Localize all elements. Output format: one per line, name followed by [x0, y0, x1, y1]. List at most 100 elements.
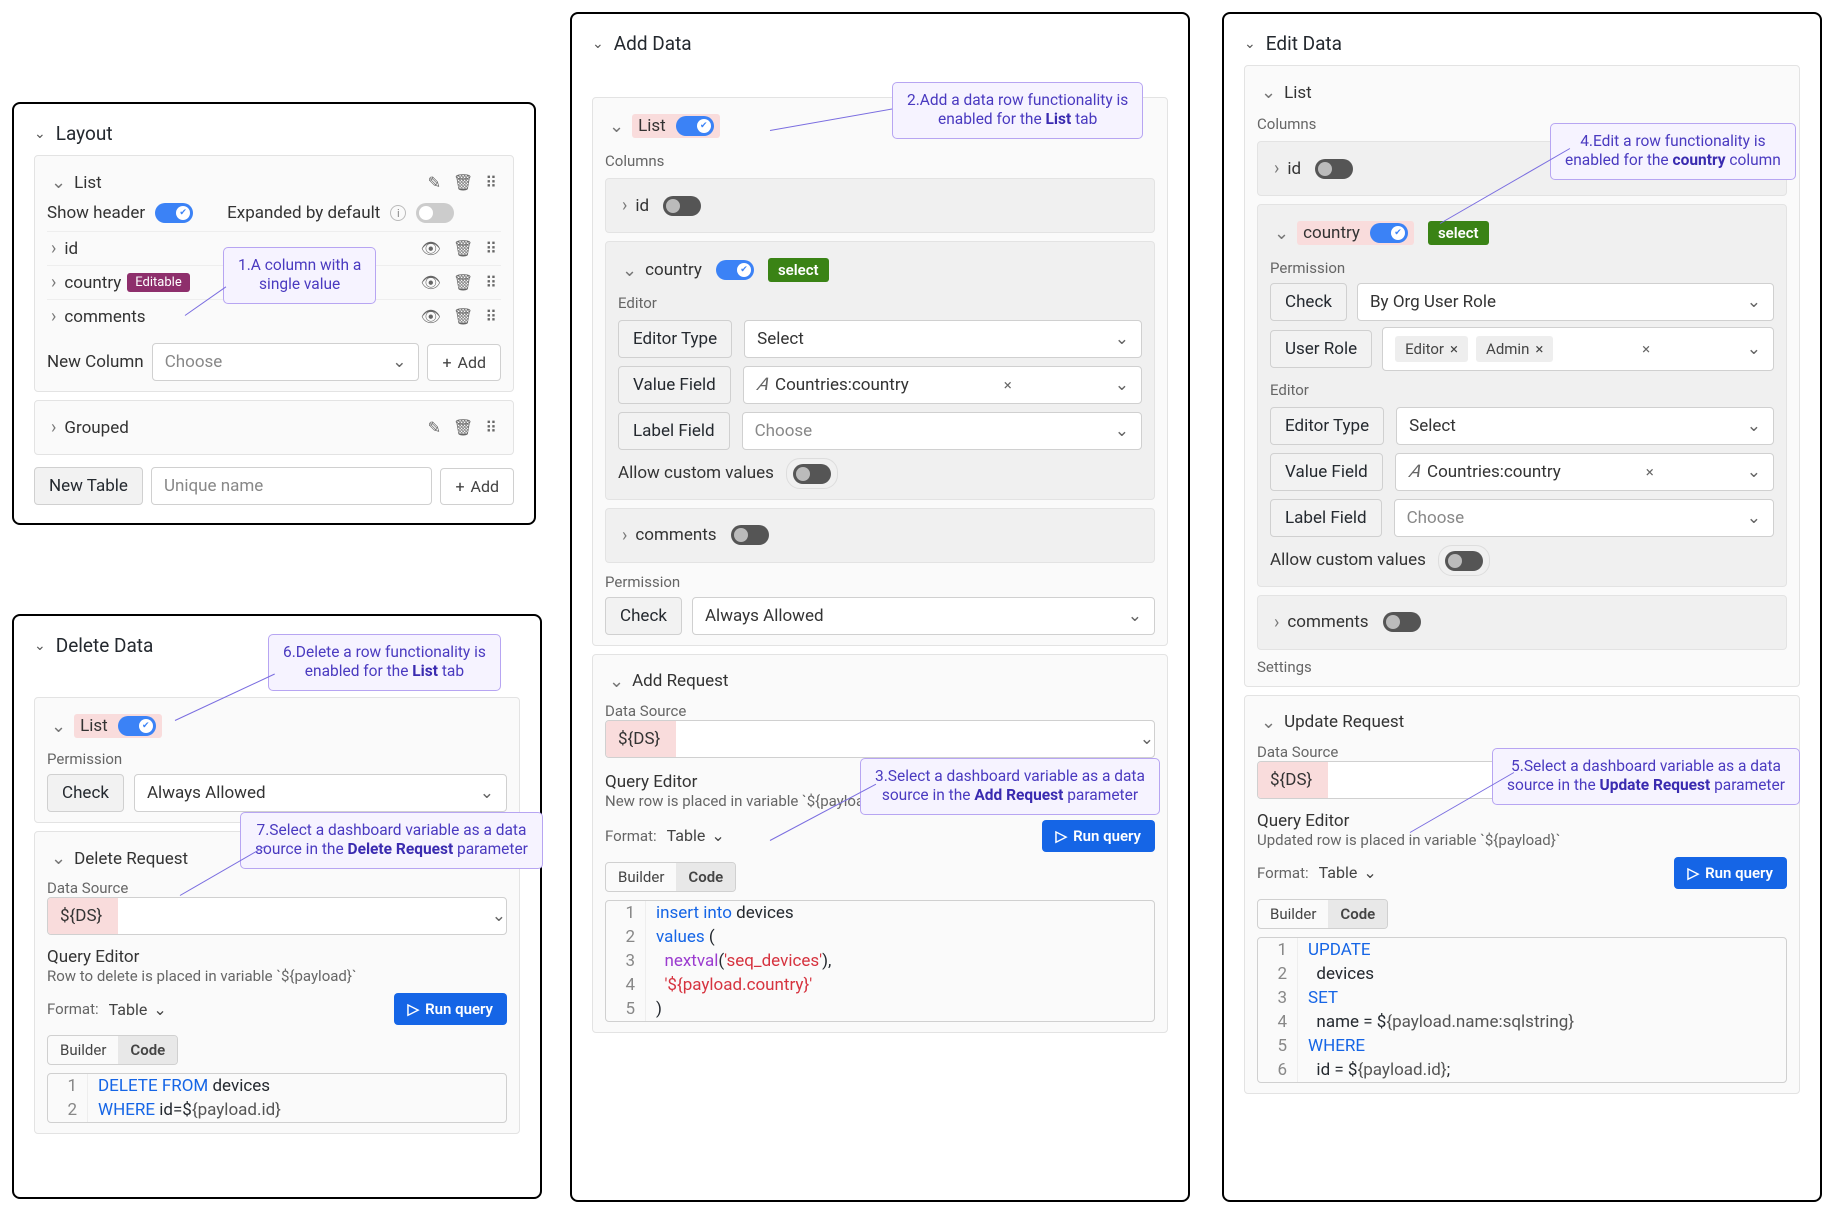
- edit-valuefield-select[interactable]: Countries:country×: [1395, 453, 1774, 491]
- add-run-button[interactable]: ▷Run query: [1042, 820, 1155, 852]
- add-allowcustom-toggle[interactable]: [793, 464, 831, 484]
- edit-icon[interactable]: ✎: [428, 418, 441, 437]
- role-editor-chip[interactable]: Editor×: [1395, 336, 1468, 362]
- edit-allowcustom-toggle[interactable]: [1445, 551, 1483, 571]
- chevron-down-icon: ⌄: [34, 638, 46, 654]
- add-col-comments[interactable]: comments: [605, 508, 1155, 563]
- delete-icon[interactable]: 🗑: [453, 307, 473, 326]
- add-format-select[interactable]: Table⌄: [667, 826, 725, 845]
- edit-labelfield-select[interactable]: Choose: [1394, 499, 1774, 537]
- add-check-select[interactable]: Always Allowed: [692, 597, 1155, 635]
- add-request-sec: Add Request Data Source ${DS} Query Edit…: [592, 654, 1168, 1033]
- delete-icon[interactable]: 🗑: [453, 273, 473, 292]
- edit-comments-toggle[interactable]: [1383, 612, 1421, 632]
- delete-icon[interactable]: 🗑: [453, 239, 473, 258]
- add-col-country: country select Editor Editor Type Select…: [605, 241, 1155, 500]
- delete-run-button[interactable]: ▷Run query: [394, 993, 507, 1025]
- edit-check-select[interactable]: By Org User Role: [1357, 283, 1774, 321]
- delete-list-toggle[interactable]: [118, 716, 156, 736]
- edit-col-comments[interactable]: comments: [1257, 595, 1787, 650]
- eye-icon[interactable]: 👁: [421, 273, 441, 292]
- add-title-row[interactable]: ⌄ Add Data: [592, 32, 1168, 55]
- edit-title-row[interactable]: ⌄ Edit Data: [1244, 32, 1800, 55]
- delete-code-editor[interactable]: 1DELETE FROM devices 2WHERE id=${payload…: [47, 1073, 507, 1123]
- delete-ds-label: Data Source: [47, 879, 507, 897]
- tab-code[interactable]: Code: [1328, 900, 1387, 928]
- add-code-editor[interactable]: 1insert into devices 2values ( 3 nextval…: [605, 900, 1155, 1022]
- tab-builder[interactable]: Builder: [606, 863, 676, 891]
- edit-icon[interactable]: ✎: [428, 173, 441, 192]
- add-col-id[interactable]: id: [605, 178, 1155, 233]
- edit-format-label: Format:: [1257, 864, 1309, 882]
- add-column-button[interactable]: +Add: [427, 344, 501, 381]
- add-labelfield-select[interactable]: Choose: [742, 412, 1142, 450]
- tab-builder[interactable]: Builder: [1258, 900, 1328, 928]
- drag-icon[interactable]: ⠿: [485, 273, 497, 292]
- delete-check-select[interactable]: Always Allowed: [134, 774, 507, 812]
- add-col-id-label: id: [635, 196, 649, 216]
- tab-code[interactable]: Code: [118, 1036, 177, 1064]
- callout-6: 6.Delete a row functionality is enabled …: [268, 634, 501, 691]
- edit-code-editor[interactable]: 1UPDATE 2 devices 3SET 4 name = ${payloa…: [1257, 937, 1787, 1083]
- show-header-toggle[interactable]: [155, 203, 193, 223]
- edit-userrole-select[interactable]: Editor× Admin× ×: [1382, 327, 1774, 371]
- eye-icon[interactable]: 👁: [421, 307, 441, 326]
- drag-icon[interactable]: ⠿: [485, 239, 497, 258]
- drag-icon[interactable]: ⠿: [485, 173, 497, 192]
- add-editortype-select[interactable]: Select: [744, 320, 1142, 358]
- list-label: List: [74, 173, 102, 193]
- col-comments[interactable]: comments 👁🗑⠿: [47, 299, 501, 333]
- new-table-input[interactable]: Unique name: [151, 467, 432, 505]
- edit-id-toggle[interactable]: [1315, 159, 1353, 179]
- expanded-toggle[interactable]: [416, 203, 454, 223]
- edit-format-select[interactable]: Table⌄: [1319, 863, 1377, 882]
- callout-7: 7.Select a dashboard variable as a data …: [240, 812, 543, 869]
- add-allowcustom-label: Allow custom values: [618, 463, 774, 483]
- chevron-down-icon: ⌄: [1244, 36, 1256, 52]
- edit-allowcustom-label: Allow custom values: [1270, 550, 1426, 570]
- play-icon: ▷: [408, 1000, 420, 1018]
- add-list-toggle[interactable]: [676, 116, 714, 136]
- eye-icon[interactable]: 👁: [421, 239, 441, 258]
- chevron-right-icon: [51, 272, 64, 293]
- drag-icon[interactable]: ⠿: [485, 307, 497, 326]
- tab-code[interactable]: Code: [676, 863, 735, 891]
- edit-editortype-select[interactable]: Select: [1396, 407, 1774, 445]
- callout-3: 3.Select a dashboard variable as a data …: [860, 758, 1160, 815]
- delete-perm-label: Permission: [47, 750, 507, 768]
- list-header[interactable]: List ✎ 🗑 ⠿: [47, 166, 501, 199]
- add-title: Add Data: [614, 32, 692, 55]
- delete-list-label: List: [80, 716, 108, 736]
- add-valuefield-select[interactable]: Countries:country×: [743, 366, 1142, 404]
- edit-run-button[interactable]: ▷Run query: [1674, 857, 1787, 889]
- edit-check-label: Check: [1270, 283, 1347, 321]
- edit-labelfield-label: Label Field: [1270, 499, 1382, 537]
- add-ds-label: Data Source: [605, 702, 1155, 720]
- delete-icon[interactable]: 🗑: [453, 418, 473, 437]
- edit-country-toggle[interactable]: [1370, 223, 1408, 243]
- role-admin-chip[interactable]: Admin×: [1476, 336, 1553, 362]
- delete-tabs: Builder Code: [47, 1035, 178, 1065]
- add-id-toggle[interactable]: [663, 196, 701, 216]
- info-icon[interactable]: i: [390, 205, 406, 221]
- new-column-select[interactable]: Choose: [152, 343, 420, 381]
- delete-icon[interactable]: 🗑: [453, 173, 473, 192]
- layout-title[interactable]: ⌄ Layout: [34, 122, 514, 145]
- callout-1: 1.A column with asingle value: [223, 247, 376, 304]
- add-country-toggle[interactable]: [716, 260, 754, 280]
- play-icon: ▷: [1688, 864, 1700, 882]
- col-country-label: country: [64, 273, 121, 293]
- grouped-section[interactable]: Grouped ✎🗑⠿: [34, 400, 514, 455]
- add-ds-select[interactable]: ${DS}: [605, 720, 1155, 758]
- edit-panel: ⌄ Edit Data List Columns id country sele…: [1222, 12, 1822, 1202]
- add-editortype-label: Editor Type: [618, 320, 732, 358]
- delete-ds-select[interactable]: ${DS}: [47, 897, 507, 935]
- drag-icon[interactable]: ⠿: [485, 418, 497, 437]
- add-table-button[interactable]: +Add: [440, 468, 514, 505]
- add-comments-toggle[interactable]: [731, 525, 769, 545]
- edit-editor-label: Editor: [1270, 381, 1774, 399]
- edit-country-label: country: [1303, 223, 1360, 243]
- tab-builder[interactable]: Builder: [48, 1036, 118, 1064]
- add-comments-label: comments: [635, 525, 716, 545]
- delete-format-select[interactable]: Table⌄: [109, 1000, 167, 1019]
